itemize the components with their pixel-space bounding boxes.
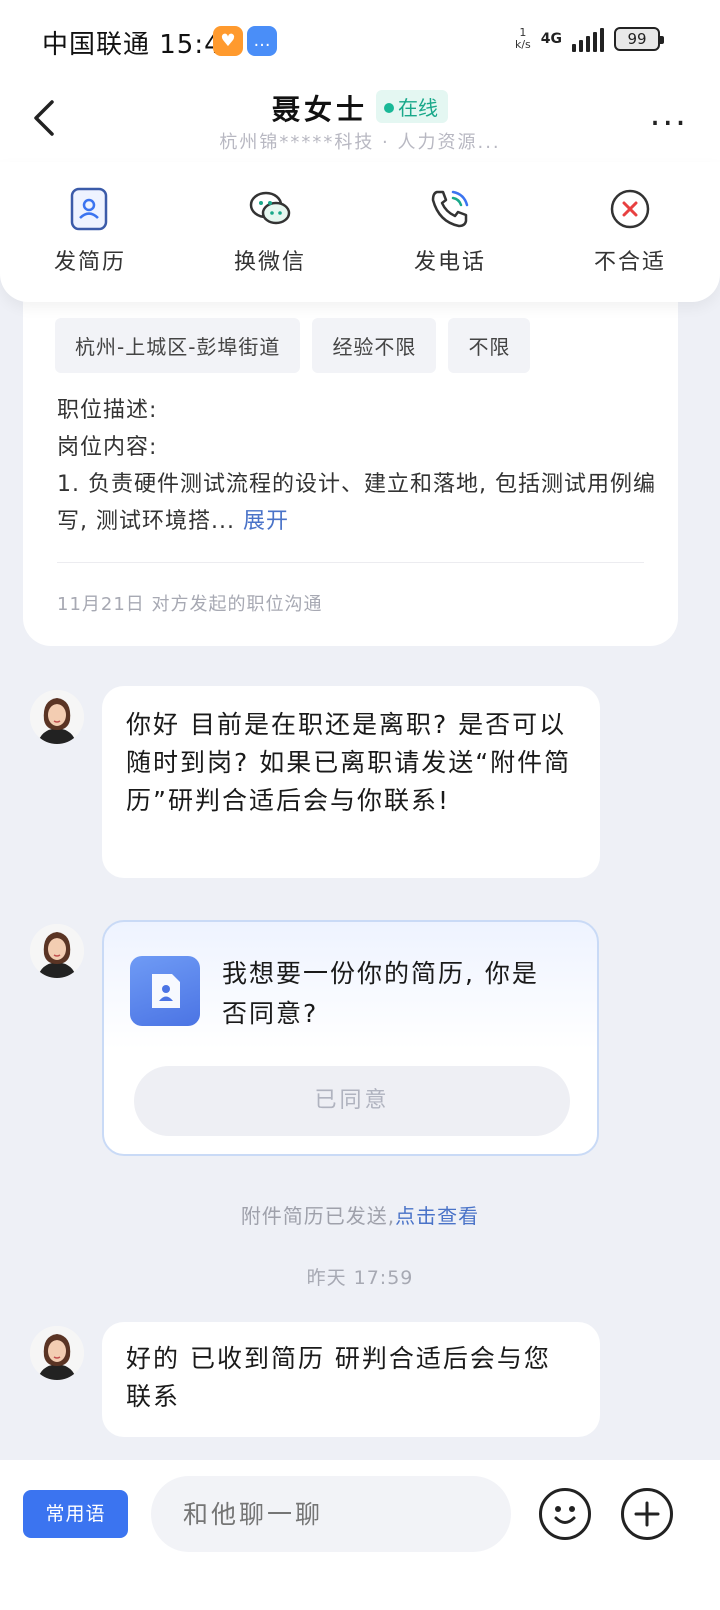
avatar[interactable] bbox=[30, 924, 84, 978]
reject-icon bbox=[610, 189, 650, 229]
message-bubble[interactable]: 好的 已收到简历 研判合适后会与您联系 bbox=[102, 1322, 600, 1437]
resume-request-card: 我想要一份你的简历, 你是否同意? 已同意 bbox=[102, 920, 599, 1156]
chat-header: 聂女士 在线 杭州锦*****科技 · 人力资源... ... bbox=[0, 82, 720, 162]
job-chat-origin: 11月21日 对方发起的职位沟通 bbox=[57, 594, 323, 615]
job-info-card: 杭州-上城区-彭埠街道 经验不限 不限 职位描述: 岗位内容: 1. 负责硬件测… bbox=[23, 280, 678, 646]
heart-app-icon: ♥ bbox=[213, 26, 243, 56]
job-tags: 杭州-上城区-彭埠街道 经验不限 不限 bbox=[55, 318, 531, 373]
online-badge: 在线 bbox=[376, 90, 448, 123]
resume-sent-note: 附件简历已发送,点击查看 bbox=[240, 1204, 480, 1228]
wechat-icon bbox=[249, 191, 291, 225]
online-dot-icon bbox=[384, 103, 394, 113]
phone-icon bbox=[431, 190, 469, 228]
contact-name: 聂女士 bbox=[271, 93, 368, 126]
avatar[interactable] bbox=[30, 690, 84, 744]
input-bar: 常用语 bbox=[0, 1460, 720, 1610]
battery-icon: 99 bbox=[614, 27, 664, 51]
more-options-icon[interactable]: ... bbox=[650, 97, 688, 131]
expand-link[interactable]: 展开 bbox=[243, 509, 289, 534]
network-type: 4G bbox=[540, 31, 562, 47]
status-bar: 中国联通 15:40 ♥ … 1 k/s 4G 99 bbox=[0, 0, 720, 82]
common-phrases-button[interactable]: 常用语 bbox=[23, 1490, 128, 1538]
plus-icon[interactable] bbox=[621, 1488, 673, 1540]
company-subtitle: 杭州锦*****科技 · 人力资源... bbox=[219, 132, 501, 153]
carrier-time: 中国联通 15:40 bbox=[42, 30, 240, 60]
action-bar: 发简历 换微信 发电话 不合适 bbox=[0, 162, 720, 302]
status-indicators: 1 k/s 4G 99 bbox=[514, 26, 664, 52]
job-tag-experience: 经验不限 bbox=[312, 318, 437, 373]
message-bubble[interactable]: 你好 目前是在职还是离职? 是否可以随时到岗? 如果已离职请发送“附件简历”研判… bbox=[102, 686, 600, 878]
send-resume-button[interactable]: 发简历 bbox=[25, 162, 155, 302]
agreed-button[interactable]: 已同意 bbox=[134, 1066, 570, 1136]
avatar[interactable] bbox=[30, 1326, 84, 1380]
not-suitable-button[interactable]: 不合适 bbox=[565, 162, 695, 302]
job-description: 职位描述: 岗位内容: 1. 负责硬件测试流程的设计、建立和落地, 包括测试用例… bbox=[57, 398, 656, 534]
send-phone-button[interactable]: 发电话 bbox=[385, 162, 515, 302]
job-tag-education: 不限 bbox=[448, 318, 531, 373]
message-app-icon: … bbox=[247, 26, 277, 56]
message-timestamp: 昨天 17:59 bbox=[306, 1267, 414, 1289]
resume-icon bbox=[70, 187, 108, 231]
emoji-icon[interactable] bbox=[539, 1488, 591, 1540]
resume-request-text: 我想要一份你的简历, 你是否同意? bbox=[222, 959, 539, 1028]
exchange-wechat-button[interactable]: 换微信 bbox=[205, 162, 335, 302]
job-tag-location: 杭州-上城区-彭埠街道 bbox=[55, 318, 301, 373]
message-input[interactable] bbox=[151, 1476, 511, 1552]
view-resume-link[interactable]: 点击查看 bbox=[395, 1204, 479, 1228]
divider bbox=[57, 562, 644, 563]
title-area: 聂女士 在线 bbox=[0, 88, 720, 128]
signal-icon bbox=[572, 26, 604, 52]
resume-file-icon bbox=[130, 956, 200, 1026]
network-speed: 1 k/s bbox=[514, 26, 531, 51]
